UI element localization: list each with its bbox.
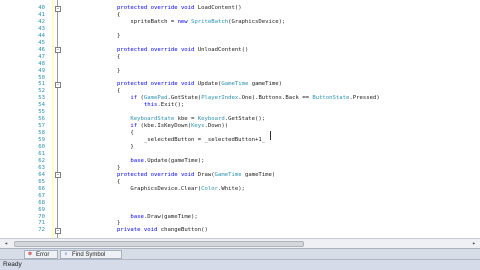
status-bar: Ready [0, 259, 480, 270]
bottom-tool-tabs: ⊗ Error List ⌕ Find Symbol Results [0, 248, 480, 267]
line-number: 72 [38, 227, 45, 234]
scroll-left-icon[interactable]: ◂ [2, 240, 10, 248]
horizontal-scrollbar[interactable]: ◂ ▸ [0, 238, 480, 248]
scroll-right-icon[interactable]: ▸ [470, 240, 478, 248]
keyword-token: private void [116, 227, 158, 234]
code-editor[interactable]: 40− protected override void LoadContent(… [0, 0, 480, 238]
mouse-text-cursor [270, 131, 271, 140]
code-token: changeButton() [157, 227, 208, 234]
tab-error-list[interactable]: ⊗ Error List [24, 250, 58, 267]
scrollbar-thumb[interactable] [14, 241, 304, 247]
status-text: Ready [3, 261, 22, 268]
code-line[interactable]: 72 − private void changeButton() [0, 226, 480, 235]
collapse-icon[interactable]: − [55, 227, 61, 234]
tab-find-symbol-results[interactable]: ⌕ Find Symbol Results [60, 250, 122, 267]
find-symbol-icon: ⌕ [64, 251, 68, 257]
code-text: private void changeButton() [90, 226, 208, 235]
error-list-icon: ⊗ [27, 251, 33, 257]
